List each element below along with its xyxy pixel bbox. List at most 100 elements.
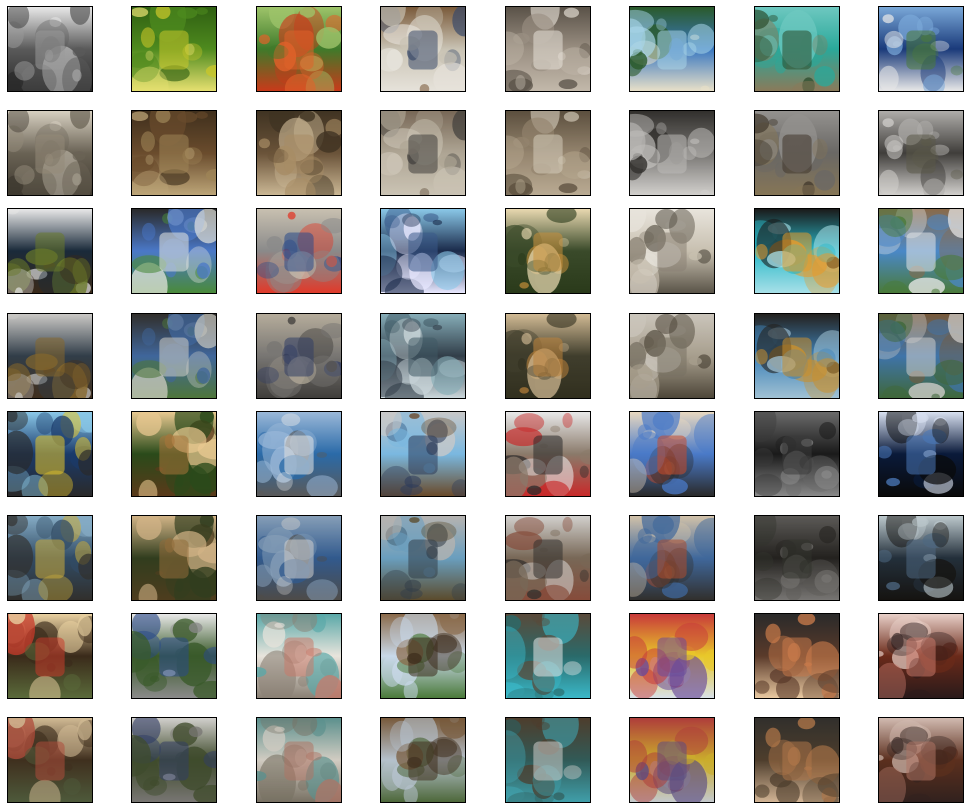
- image-thumbnail: [257, 718, 341, 802]
- image-thumbnail: [257, 614, 341, 698]
- image-tile-clay-figure-closeup-original: [878, 613, 964, 699]
- image-tile-ship-wheel-deck-original: [380, 411, 466, 497]
- image-tile-stone-carved-ruins-original: [629, 208, 715, 294]
- image-thumbnail: [381, 314, 465, 398]
- image-tile-runners-race-reconstruction: [131, 717, 217, 803]
- image-thumbnail: [506, 7, 590, 91]
- image-tile-ship-wheel-deck-reconstruction: [380, 515, 466, 601]
- image-thumbnail: [132, 516, 216, 600]
- image-thumbnail: [257, 209, 341, 293]
- image-thumbnail: [630, 111, 714, 195]
- image-thumbnail: [132, 614, 216, 698]
- image-tile-market-hall-interior-original: [7, 613, 93, 699]
- image-thumbnail: [506, 314, 590, 398]
- image-thumbnail: [630, 314, 714, 398]
- image-tile-cowboys-standing-group-reconstruction: [380, 110, 466, 196]
- image-tile-starburst-tower-silhouette-reconstruction: [878, 515, 964, 601]
- image-tile-stained-glass-dome-original: [7, 411, 93, 497]
- image-thumbnail: [630, 614, 714, 698]
- image-tile-stone-carved-ruins-reconstruction: [629, 313, 715, 399]
- image-tile-penguin-on-rocks-original: [7, 6, 93, 92]
- image-tile-stacked-ceramic-bowls-original: [256, 613, 342, 699]
- image-tile-chinese-gate-archway-reconstruction: [629, 515, 715, 601]
- image-tile-stained-glass-dome-reconstruction: [7, 515, 93, 601]
- image-thumbnail: [381, 111, 465, 195]
- image-tile-mushroom-forest-floor-reconstruction: [505, 313, 591, 399]
- image-thumbnail: [381, 209, 465, 293]
- image-tile-people-seated-group-reconstruction: [256, 313, 342, 399]
- image-tile-wolf-face-closeup-reconstruction: [505, 110, 591, 196]
- image-tile-pufferfish-underwater-mask-reconstruction: [754, 313, 840, 399]
- image-thumbnail: [8, 209, 92, 293]
- image-thumbnail: [506, 412, 590, 496]
- image-thumbnail: [879, 209, 963, 293]
- image-thumbnail: [381, 516, 465, 600]
- image-thumbnail: [755, 209, 839, 293]
- image-thumbnail: [8, 314, 92, 398]
- image-thumbnail: [8, 412, 92, 496]
- image-tile-statue-neoclassical-building-reconstruction: [131, 313, 217, 399]
- image-thumbnail: [257, 516, 341, 600]
- image-thumbnail: [8, 516, 92, 600]
- image-tile-mushroom-basket-reconstruction: [131, 515, 217, 601]
- image-thumbnail: [132, 7, 216, 91]
- image-tile-wooden-tiered-building-original: [380, 613, 466, 699]
- image-thumbnail: [257, 412, 341, 496]
- image-tile-white-buddha-statue-original: [878, 208, 964, 294]
- image-tile-coastal-slope-grass-reconstruction: [7, 313, 93, 399]
- image-tile-colorful-buildings-facade-original: [629, 613, 715, 699]
- image-tile-penguin-on-rocks-reconstruction: [7, 110, 93, 196]
- image-thumbnail: [879, 614, 963, 698]
- image-tile-cowboys-standing-group-original: [380, 6, 466, 92]
- image-tile-orange-crown-imperial-flower-original: [256, 6, 342, 92]
- image-tile-city-night-skyline-original: [380, 208, 466, 294]
- image-thumbnail: [506, 111, 590, 195]
- image-thumbnail: [879, 7, 963, 91]
- image-tile-green-yellow-citrus-fruits-original: [131, 6, 217, 92]
- image-thumbnail: [630, 7, 714, 91]
- image-thumbnail: [879, 314, 963, 398]
- image-tile-starburst-tower-silhouette-original: [878, 411, 964, 497]
- image-thumbnail: [381, 412, 465, 496]
- image-thumbnail: [630, 718, 714, 802]
- image-thumbnail: [8, 7, 92, 91]
- image-thumbnail: [381, 7, 465, 91]
- image-tile-stacked-ceramic-bowls-reconstruction: [256, 717, 342, 803]
- image-thumbnail: [755, 314, 839, 398]
- image-tile-icy-waterfall-pool-original: [505, 613, 591, 699]
- image-tile-palm-tree-beach-reconstruction: [629, 110, 715, 196]
- image-tile-orange-crown-imperial-flower-reconstruction: [256, 110, 342, 196]
- image-thumbnail: [755, 412, 839, 496]
- image-tile-city-night-skyline-reconstruction: [380, 313, 466, 399]
- image-tile-stadium-crowd-band-reconstruction: [505, 515, 591, 601]
- image-thumbnail: [8, 718, 92, 802]
- image-thumbnail: [755, 614, 839, 698]
- image-tile-coastal-slope-grass-original: [7, 208, 93, 294]
- image-tile-market-hall-interior-reconstruction: [7, 717, 93, 803]
- image-tile-icy-waterfall-pool-reconstruction: [505, 717, 591, 803]
- image-tile-harbor-village-blue-water-original: [878, 6, 964, 92]
- image-thumbnail: [132, 314, 216, 398]
- image-thumbnail: [132, 111, 216, 195]
- image-tile-mushroom-forest-floor-original: [505, 208, 591, 294]
- image-tile-green-yellow-citrus-fruits-reconstruction: [131, 110, 217, 196]
- image-thumbnail: [132, 412, 216, 496]
- image-tile-dark-road-forest-aerial-reconstruction: [754, 515, 840, 601]
- image-thumbnail: [506, 614, 590, 698]
- image-tile-wolf-face-closeup-original: [505, 6, 591, 92]
- image-tile-turquoise-lake-forest-original: [754, 6, 840, 92]
- image-tile-wooden-tiered-building-reconstruction: [380, 717, 466, 803]
- image-thumbnail: [506, 209, 590, 293]
- image-tile-harbor-village-blue-water-reconstruction: [878, 110, 964, 196]
- image-tile-clay-figure-closeup-reconstruction: [878, 717, 964, 803]
- image-thumbnail: [132, 209, 216, 293]
- image-thumbnail: [755, 718, 839, 802]
- image-thumbnail: [879, 516, 963, 600]
- image-thumbnail: [630, 412, 714, 496]
- image-thumbnail: [879, 412, 963, 496]
- image-thumbnail: [879, 718, 963, 802]
- image-thumbnail: [630, 516, 714, 600]
- image-thumbnail: [257, 111, 341, 195]
- image-tile-statue-neoclassical-building-original: [131, 208, 217, 294]
- image-tile-colorful-buildings-facade-reconstruction: [629, 717, 715, 803]
